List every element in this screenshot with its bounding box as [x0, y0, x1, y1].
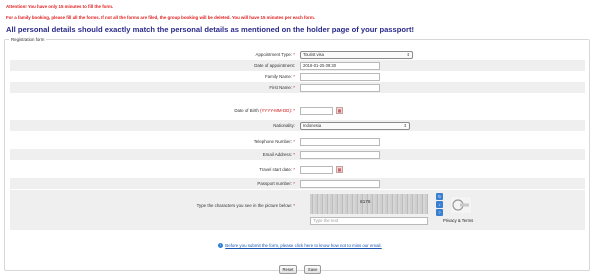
chevron-updown-icon: ⇕	[403, 122, 407, 128]
appointment-type-select[interactable]: Tourist visa ⇕	[300, 50, 413, 59]
family-name-label: Family Name: *	[264, 74, 295, 79]
calendar-icon[interactable]: ▦	[336, 165, 343, 173]
passport-input[interactable]	[300, 179, 380, 188]
first-name-label: First Name: *	[269, 85, 295, 90]
row-family-name: Family Name: *	[10, 71, 585, 82]
appointment-type-label: Appointment Type: *	[255, 52, 295, 57]
captcha-input[interactable]: Type the text	[310, 217, 428, 225]
email-info-link[interactable]: Before you submit the form, please click…	[225, 243, 381, 248]
chevron-updown-icon: ⇕	[406, 51, 410, 57]
row-appointment-type: Appointment Type: * Tourist visa ⇕	[10, 49, 585, 60]
email-label: Email Address: *	[262, 152, 295, 157]
captcha-image: 8176	[310, 194, 428, 214]
date-of-appointment-field[interactable]: 2016-01-25 09:30	[300, 61, 380, 70]
first-name-input[interactable]	[300, 83, 380, 92]
audio-icon[interactable]: ♪	[436, 201, 443, 208]
email-input[interactable]	[300, 150, 380, 159]
form-buttons: Reset Save	[0, 258, 600, 276]
family-name-input[interactable]	[300, 72, 380, 81]
recaptcha-logo-icon	[450, 196, 472, 214]
row-captcha: Type the characters you see in the pictu…	[10, 190, 585, 230]
nationality-select[interactable]: Indonesia ⇕	[300, 121, 410, 130]
row-passport: Passport number: *	[10, 178, 585, 189]
passport-label: Passport number: *	[257, 181, 295, 186]
privacy-terms-link[interactable]: Privacy & Terms	[443, 218, 473, 223]
date-of-birth-label: Date of Birth (YYYY-MM-DD): *	[234, 108, 295, 113]
travel-start-label: Travel start date: *	[259, 167, 295, 172]
row-travel-start: Travel start date: * ▦	[10, 164, 585, 175]
row-date-of-birth: Date of Birth (YYYY-MM-DD): * ▦	[10, 105, 585, 116]
reset-button[interactable]: Reset	[278, 265, 298, 274]
row-telephone: Telephone Number: *	[10, 136, 585, 147]
row-email: Email Address: *	[10, 149, 585, 160]
info-icon: i	[218, 243, 224, 249]
date-of-birth-input[interactable]	[300, 106, 333, 115]
save-button[interactable]: Save	[303, 265, 322, 274]
captcha-label: Type the characters you see in the pictu…	[196, 203, 295, 208]
family-booking-notice: For a family booking, please fill all th…	[6, 15, 315, 20]
passport-headline: All personal details should exactly matc…	[6, 25, 415, 34]
help-icon[interactable]: ?	[436, 209, 443, 216]
telephone-input[interactable]	[300, 137, 380, 146]
captcha-image-text: 8176	[360, 200, 371, 205]
row-date-of-appointment: Date of appointment: 2016-01-25 09:30	[10, 60, 585, 71]
refresh-icon[interactable]: ↻	[436, 193, 443, 200]
row-first-name: First Name: *	[10, 82, 585, 93]
nationality-label: Nationality:	[273, 123, 295, 128]
travel-start-input[interactable]	[300, 165, 333, 174]
form-legend: Registration form	[11, 37, 45, 42]
time-limit-notice: Attention! You have only 15 minutes to f…	[6, 4, 114, 9]
date-of-appointment-label: Date of appointment:	[254, 63, 295, 68]
row-nationality: Nationality: Indonesia ⇕	[10, 120, 585, 131]
telephone-label: Telephone Number: *	[253, 139, 295, 144]
email-info-notice: i Before you submit the form, please clic…	[0, 243, 600, 249]
calendar-icon[interactable]: ▦	[336, 106, 343, 114]
